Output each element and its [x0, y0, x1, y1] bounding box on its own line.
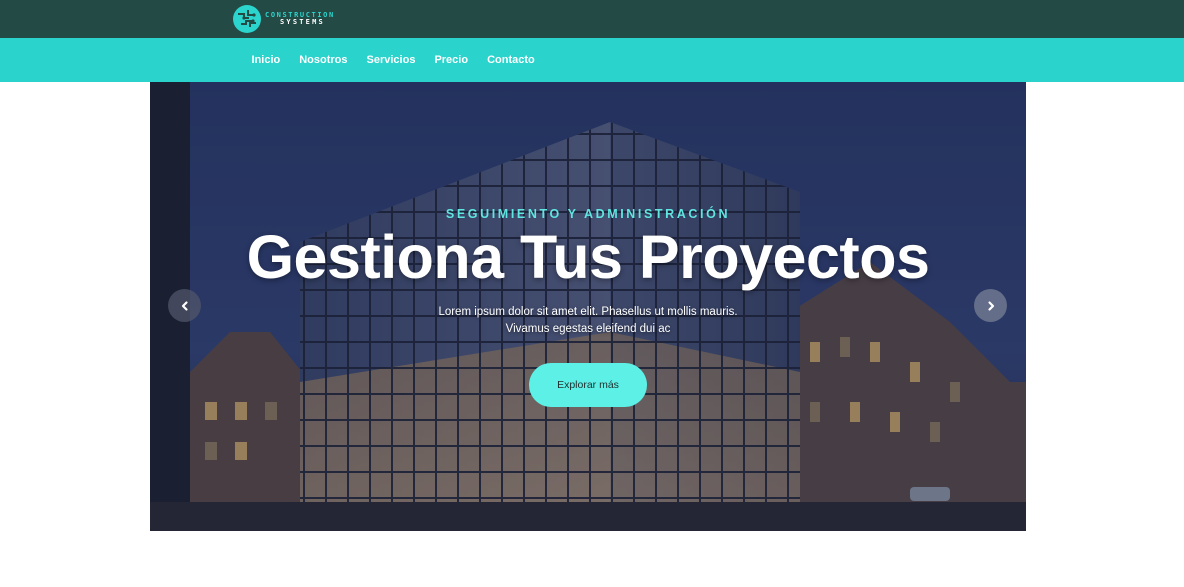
hero-description-line-1: Lorem ipsum dolor sit amet elit. Phasell… — [438, 306, 738, 318]
circuit-globe-icon — [233, 5, 261, 33]
site-logo[interactable]: CONSTRUCTION SYSTEMS — [232, 4, 335, 34]
hero-content: SEGUIMIENTO Y ADMINISTRACIÓN Gestiona Tu… — [150, 82, 1026, 531]
hero-description: Lorem ipsum dolor sit amet elit. Phasell… — [388, 304, 788, 338]
nav-item-inicio[interactable]: Inicio — [242, 54, 290, 66]
carousel-prev-button[interactable] — [168, 289, 201, 322]
main-navigation: Inicio Nosotros Servicios Precio Contact… — [0, 38, 1184, 82]
top-header-bar: CONSTRUCTION SYSTEMS — [0, 0, 1184, 38]
hero-description-line-2: Vivamus egestas eleifend dui ac — [505, 323, 671, 335]
chevron-left-icon — [181, 300, 188, 311]
chevron-right-icon — [987, 300, 994, 311]
hero-headline: Gestiona Tus Proyectos — [246, 223, 930, 291]
explore-more-button[interactable]: Explorar más — [529, 363, 647, 407]
nav-item-contacto[interactable]: Contacto — [478, 54, 545, 66]
carousel-next-button[interactable] — [974, 289, 1007, 322]
logo-line-2: SYSTEMS — [280, 18, 325, 26]
logo-wordmark: CONSTRUCTION SYSTEMS — [265, 12, 335, 26]
nav-item-servicios[interactable]: Servicios — [357, 54, 425, 66]
nav-item-nosotros[interactable]: Nosotros — [290, 54, 357, 66]
nav-item-precio[interactable]: Precio — [425, 54, 478, 66]
nav-list: Inicio Nosotros Servicios Precio Contact… — [242, 38, 544, 82]
hero-kicker: SEGUIMIENTO Y ADMINISTRACIÓN — [445, 207, 731, 221]
hero-carousel: SEGUIMIENTO Y ADMINISTRACIÓN Gestiona Tu… — [150, 82, 1026, 531]
